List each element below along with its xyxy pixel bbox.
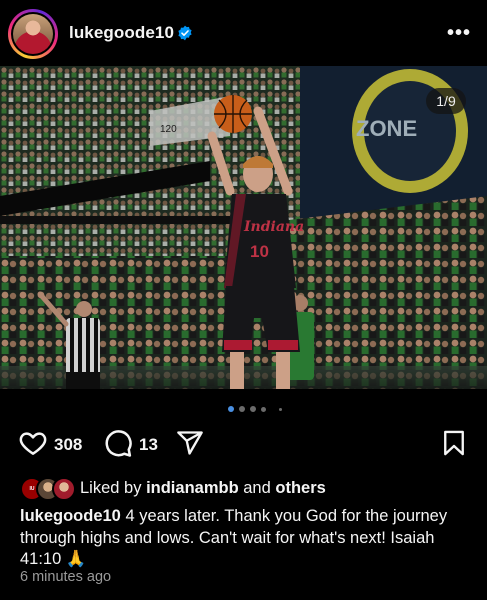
liked-by-prefix: Liked by <box>80 479 142 497</box>
post-header: lukegoode10 ••• <box>0 0 487 66</box>
more-options-icon[interactable]: ••• <box>447 22 471 45</box>
verified-badge-icon <box>178 25 192 41</box>
basketball-photo: 120 ZONE Indiana 10 <box>0 66 487 389</box>
comments-count[interactable]: 13 <box>139 435 158 455</box>
post-username[interactable]: lukegoode10 <box>69 23 174 43</box>
liked-by-text: Liked by indianambb and others <box>80 479 326 498</box>
caption-username[interactable]: lukegoode10 <box>20 507 121 525</box>
carousel-dot[interactable] <box>250 406 256 412</box>
likes-count[interactable]: 308 <box>54 435 82 455</box>
comment-icon[interactable] <box>103 428 133 458</box>
carousel-dot[interactable] <box>261 406 266 412</box>
post-caption: lukegoode10 4 years later. Thank you God… <box>20 506 475 571</box>
action-bar: 308 13 <box>0 428 487 458</box>
heart-icon[interactable] <box>18 428 48 458</box>
carousel-dots <box>0 404 487 414</box>
post-image[interactable]: 120 ZONE Indiana 10 1/9 <box>0 66 487 389</box>
liked-by-user[interactable]: indianambb <box>146 479 239 497</box>
carousel-dot[interactable] <box>239 406 245 412</box>
avatar[interactable] <box>8 9 58 59</box>
liked-by-others[interactable]: others <box>275 479 325 497</box>
carousel-dot[interactable] <box>279 407 282 411</box>
send-icon[interactable] <box>175 429 205 457</box>
post-timestamp: 6 minutes ago <box>20 569 112 585</box>
carousel-counter: 1/9 <box>426 88 466 114</box>
liked-by-and: and <box>243 479 271 497</box>
carousel-dot[interactable] <box>228 406 234 412</box>
bookmark-icon[interactable] <box>440 429 468 457</box>
liker-avatar <box>52 477 76 501</box>
